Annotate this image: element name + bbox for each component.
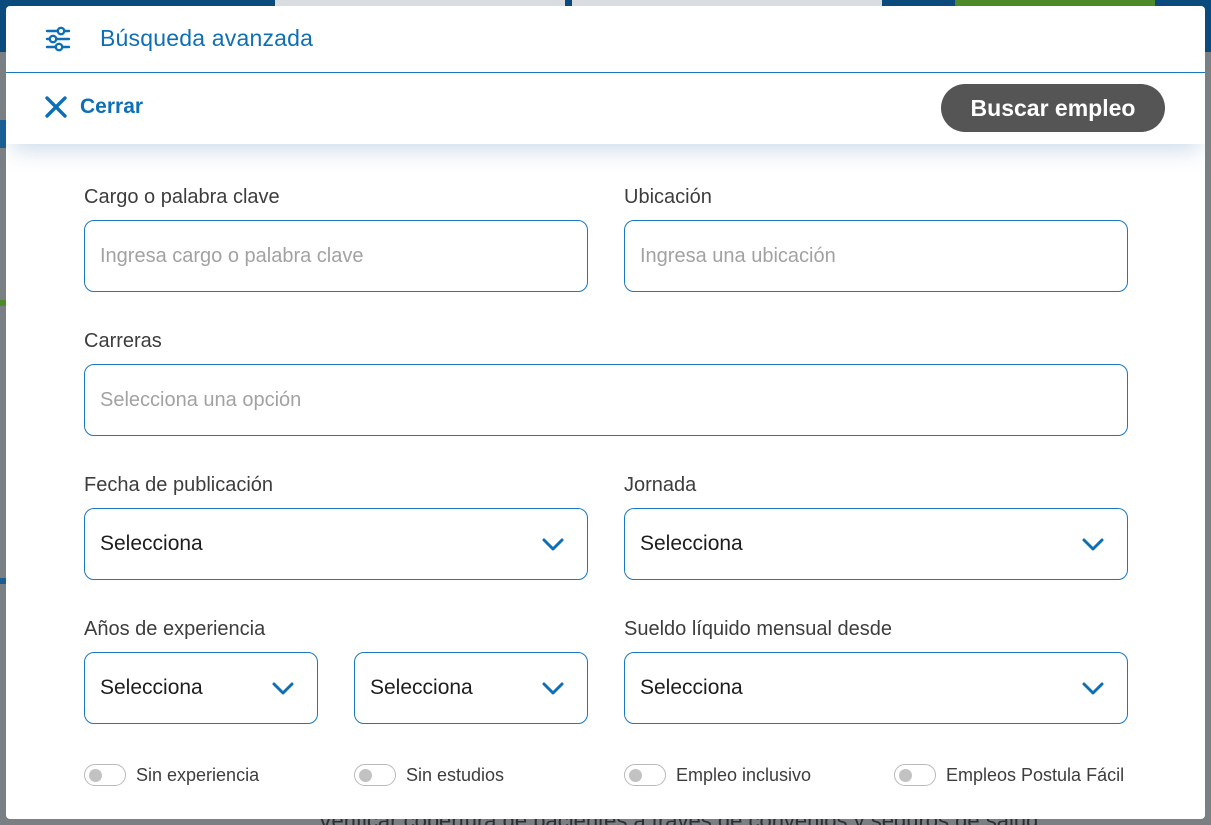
chevron-down-icon [542,682,564,695]
salary-select[interactable]: Selecciona [624,652,1128,724]
location-field[interactable] [624,220,1128,292]
toggle-knob [359,769,372,782]
keyword-field[interactable] [84,220,588,292]
experience-from-value: Selecciona [100,676,203,699]
experience-from-select[interactable]: Selecciona [84,652,318,724]
experience-to-select[interactable]: Selecciona [354,652,588,724]
keyword-label: Cargo o palabra clave [84,186,280,208]
schedule-label: Jornada [624,474,697,496]
modal-header: Búsqueda avanzada [6,6,1205,73]
schedule-select[interactable]: Selecciona [624,508,1128,580]
chevron-down-icon [272,682,294,695]
salary-label: Sueldo líquido mensual desde [624,618,892,640]
toggle-knob [89,769,102,782]
toggle-label: Empleos Postula Fácil [946,764,1125,785]
advanced-search-modal: Búsqueda avanzada Cerrar Buscar empleo C… [6,6,1205,819]
close-label: Cerrar [80,95,144,118]
publication-date-label: Fecha de publicación [84,474,274,496]
close-button[interactable]: Cerrar [44,95,143,119]
careers-input[interactable] [100,365,1127,435]
modal-title: Búsqueda avanzada [100,25,314,51]
toggle-label: Empleo inclusivo [676,764,812,785]
toggle-no-experience[interactable]: Sin experiencia [84,764,259,786]
careers-label: Carreras [84,330,162,352]
toggle-easy-apply[interactable]: Empleos Postula Fácil [894,764,1124,786]
salary-value: Selecciona [640,676,743,699]
toggle-switch[interactable] [894,764,936,786]
schedule-value: Selecciona [640,532,743,555]
publication-date-select[interactable]: Selecciona [84,508,588,580]
search-jobs-button[interactable]: Buscar empleo [941,84,1165,132]
chevron-down-icon [1082,538,1104,551]
experience-label: Años de experiencia [84,618,266,640]
toggle-label: Sin experiencia [136,764,260,785]
careers-field[interactable] [84,364,1128,436]
toggle-switch[interactable] [624,764,666,786]
toggle-knob [629,769,642,782]
chevron-down-icon [1082,682,1104,695]
modal-action-bar: Cerrar Buscar empleo [6,74,1205,144]
toggle-knob [899,769,912,782]
toggle-inclusive-job[interactable]: Empleo inclusivo [624,764,811,786]
toggle-switch[interactable] [84,764,126,786]
chevron-down-icon [542,538,564,551]
close-icon [45,96,67,118]
location-input[interactable] [640,221,1127,291]
keyword-input[interactable] [100,221,587,291]
toggle-switch[interactable] [354,764,396,786]
sliders-icon [45,26,71,52]
toggle-no-studies[interactable]: Sin estudios [354,764,504,786]
publication-date-value: Selecciona [100,532,203,555]
experience-to-value: Selecciona [370,676,473,699]
location-label: Ubicación [624,186,712,208]
toggle-label: Sin estudios [406,764,505,785]
